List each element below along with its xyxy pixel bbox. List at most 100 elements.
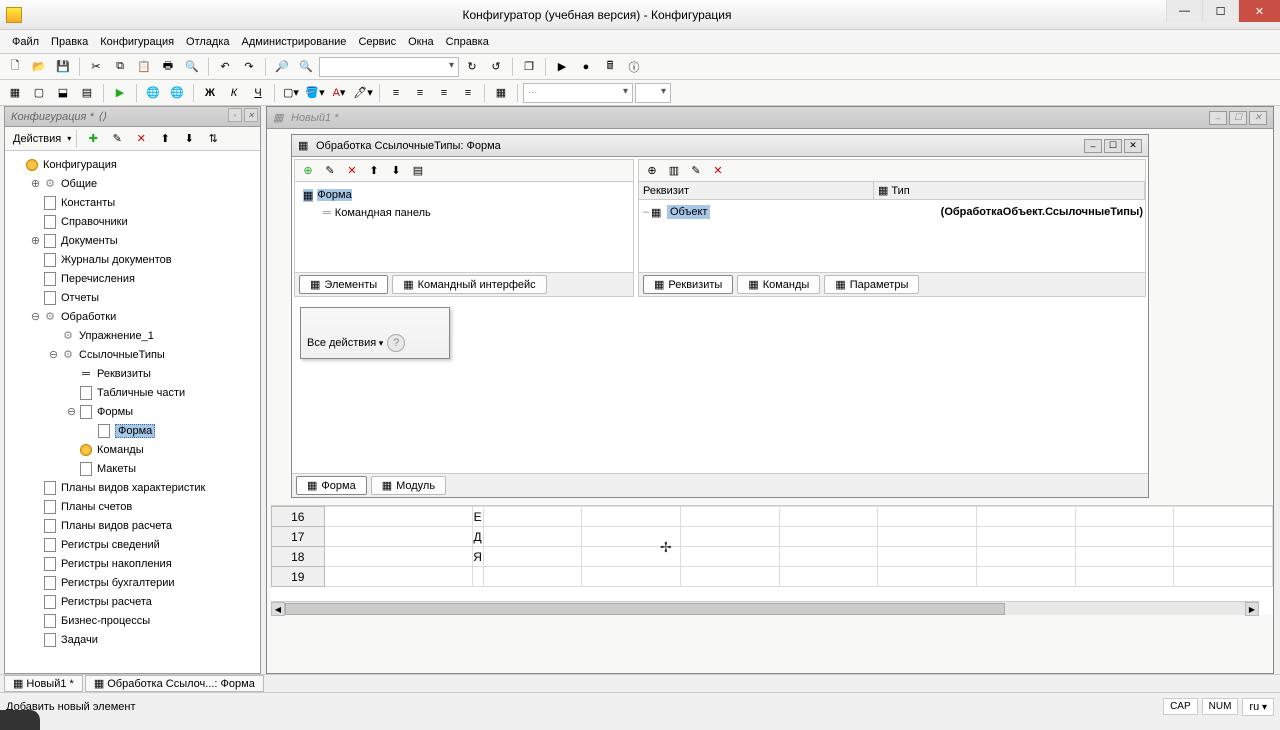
sidebar-close-icon[interactable]: ✕ xyxy=(244,108,258,122)
tree-node[interactable]: ═Реквизиты xyxy=(7,364,258,383)
info-icon[interactable]: ⓘ xyxy=(623,56,645,78)
tab-new1[interactable]: ▦Новый1 * xyxy=(4,675,83,692)
tree-node[interactable]: Регистры сведений xyxy=(7,535,258,554)
globe2-icon[interactable]: 🌐 xyxy=(166,82,188,104)
os-launcher-icon[interactable] xyxy=(0,710,40,730)
tree-node[interactable]: Перечисления xyxy=(7,269,258,288)
underline-icon[interactable]: Ч xyxy=(247,82,269,104)
tab-form-editor[interactable]: ▦Обработка Ссылоч...: Форма xyxy=(85,675,264,692)
align-justify-icon[interactable]: ≡ xyxy=(457,82,479,104)
print-icon[interactable]: 🖶 xyxy=(157,56,179,78)
tree-node[interactable]: Журналы документов xyxy=(7,250,258,269)
format-icon[interactable]: ▦ xyxy=(490,82,512,104)
scroll-right-icon[interactable]: ▶ xyxy=(1245,602,1259,616)
fe-maximize-button[interactable]: ☐ xyxy=(1104,139,1122,153)
tree-node[interactable]: Планы видов расчета xyxy=(7,516,258,535)
help-icon[interactable]: ? xyxy=(387,334,405,352)
menu-config[interactable]: Конфигурация xyxy=(94,30,180,53)
menu-windows[interactable]: Окна xyxy=(402,30,440,53)
tree-node[interactable]: ⊖⚙СсылочныеТипы xyxy=(7,345,258,364)
bg-maximize-button[interactable]: ☐ xyxy=(1229,111,1247,125)
search-combo[interactable] xyxy=(319,57,459,77)
new-icon[interactable]: 🗋 xyxy=(4,56,26,78)
textcolor-icon[interactable]: А▾ xyxy=(328,82,350,104)
grid-icon[interactable]: ▦ xyxy=(4,82,26,104)
fe-minimize-button[interactable]: – xyxy=(1084,139,1102,153)
align-center-icon[interactable]: ≡ xyxy=(409,82,431,104)
tree-sort-icon[interactable]: ⇅ xyxy=(202,128,224,150)
horizontal-scrollbar[interactable]: ◀ ▶ xyxy=(271,601,1259,615)
tree-node[interactable]: Форма xyxy=(7,421,258,440)
tree-node[interactable]: Планы видов характеристик xyxy=(7,478,258,497)
menu-edit[interactable]: Правка xyxy=(45,30,94,53)
tree-node[interactable]: ⊕⚙Общие xyxy=(7,174,258,193)
tree-node[interactable]: Команды xyxy=(7,440,258,459)
el-delete-icon[interactable]: ✕ xyxy=(343,162,361,180)
el-down-icon[interactable]: ⬇ xyxy=(387,162,405,180)
scroll-left-icon[interactable]: ◀ xyxy=(271,602,285,616)
tree-node[interactable]: ⊖Формы xyxy=(7,402,258,421)
merge-icon[interactable]: ⬓ xyxy=(52,82,74,104)
table-icon[interactable]: ▤ xyxy=(76,82,98,104)
size-combo[interactable] xyxy=(635,83,671,103)
tab-elements[interactable]: ▦Элементы xyxy=(299,275,388,294)
run-icon[interactable]: ▶ xyxy=(109,82,131,104)
windows-icon[interactable]: ❐ xyxy=(518,56,540,78)
tree-node[interactable]: Макеты xyxy=(7,459,258,478)
tree-down-icon[interactable]: ⬇ xyxy=(178,128,200,150)
spreadsheet[interactable]: 16Е17Д18Я19 ◀ ▶ xyxy=(271,505,1273,615)
refresh-icon[interactable]: ↻ xyxy=(461,56,483,78)
tree-edit-icon[interactable]: ✎ xyxy=(106,128,128,150)
menu-help[interactable]: Справка xyxy=(440,30,495,53)
bottom-tab-module[interactable]: ▦Модуль xyxy=(371,476,446,495)
actions-menu[interactable]: Действия xyxy=(9,133,65,145)
all-actions-menu[interactable]: Все действия xyxy=(307,337,383,349)
italic-icon[interactable]: К xyxy=(223,82,245,104)
tree-node[interactable]: Задачи xyxy=(7,630,258,649)
cell-icon[interactable]: ▢ xyxy=(28,82,50,104)
tab-attributes[interactable]: ▦Реквизиты xyxy=(643,275,733,294)
close-button[interactable]: ✕ xyxy=(1238,0,1280,22)
cut-icon[interactable]: ✂ xyxy=(85,56,107,78)
el-more-icon[interactable]: ▤ xyxy=(409,162,427,180)
tree-node[interactable]: Регистры расчета xyxy=(7,592,258,611)
tree-node[interactable]: Регистры бухгалтерии xyxy=(7,573,258,592)
attr-cols-icon[interactable]: ▥ xyxy=(665,162,683,180)
el-add-icon[interactable]: ⊕ xyxy=(299,162,317,180)
font-combo[interactable]: ... xyxy=(523,83,633,103)
command-panel-node[interactable]: Командная панель xyxy=(335,207,431,219)
menu-service[interactable]: Сервис xyxy=(352,30,402,53)
highlight-icon[interactable]: 🖊▾ xyxy=(352,82,374,104)
config-tree[interactable]: Конфигурация⊕⚙ОбщиеКонстантыСправочники⊕… xyxy=(5,151,260,673)
align-right-icon[interactable]: ≡ xyxy=(433,82,455,104)
el-up-icon[interactable]: ⬆ xyxy=(365,162,383,180)
minimize-button[interactable]: — xyxy=(1166,0,1202,22)
attr-object[interactable]: Объект xyxy=(667,205,710,219)
save-icon[interactable]: 💾 xyxy=(52,56,74,78)
fill-icon[interactable]: 🪣▾ xyxy=(304,82,326,104)
tree-node[interactable]: Отчеты xyxy=(7,288,258,307)
menu-admin[interactable]: Администрирование xyxy=(236,30,353,53)
redo-icon[interactable]: ↷ xyxy=(238,56,260,78)
attr-add-icon[interactable]: ⊕ xyxy=(643,162,661,180)
fe-close-button[interactable]: ✕ xyxy=(1124,139,1142,153)
bold-icon[interactable]: Ж xyxy=(199,82,221,104)
bottom-tab-form[interactable]: ▦Форма xyxy=(296,476,367,495)
bg-minimize-button[interactable]: – xyxy=(1209,111,1227,125)
tab-command-interface[interactable]: ▦Командный интерфейс xyxy=(392,275,546,294)
tree-delete-icon[interactable]: ✕ xyxy=(130,128,152,150)
tree-node[interactable]: ⚙Упражнение_1 xyxy=(7,326,258,345)
form-root-node[interactable]: Форма xyxy=(317,189,351,201)
attr-edit-icon[interactable]: ✎ xyxy=(687,162,705,180)
menu-file[interactable]: Файл xyxy=(6,30,45,53)
lang-indicator[interactable]: ru ▾ xyxy=(1242,698,1274,716)
paste-icon[interactable]: 📋 xyxy=(133,56,155,78)
tree-node[interactable]: ⊖⚙Обработки xyxy=(7,307,258,326)
el-edit-icon[interactable]: ✎ xyxy=(321,162,339,180)
find2-icon[interactable]: 🔍 xyxy=(295,56,317,78)
tree-up-icon[interactable]: ⬆ xyxy=(154,128,176,150)
refresh2-icon[interactable]: ↺ xyxy=(485,56,507,78)
tree-node[interactable]: Бизнес-процессы xyxy=(7,611,258,630)
border-icon[interactable]: ▢▾ xyxy=(280,82,302,104)
sidebar-pin-icon[interactable]: ◦ xyxy=(228,108,242,122)
